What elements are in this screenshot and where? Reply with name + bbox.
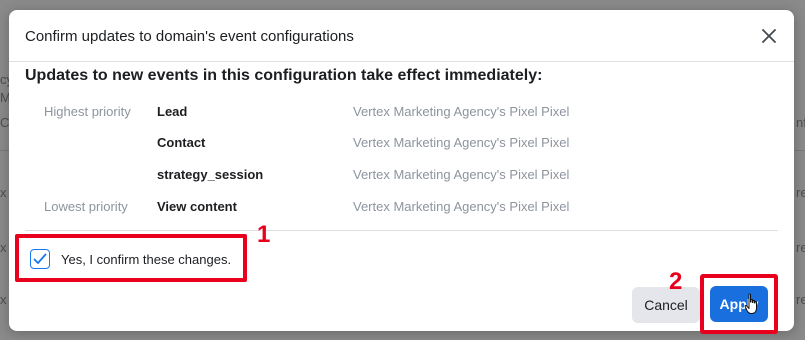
background-text: re [796,240,805,255]
confirm-label[interactable]: Yes, I confirm these changes. [61,252,231,267]
confirm-checkbox[interactable] [30,249,50,269]
background-divider [0,150,9,151]
dialog-subheading: Updates to new events in this configurat… [25,67,543,84]
step-2-badge: 2 [669,268,683,295]
event-row: Lowest priority View content Vertex Mark… [9,195,794,217]
background-divider [794,150,805,151]
dialog-title: Confirm updates to domain's event config… [25,28,354,45]
step-1-badge: 1 [257,221,271,248]
event-name: Lead [157,104,188,119]
event-row: strategy_session Vertex Marketing Agency… [9,163,794,185]
priority-label: Lowest priority [44,199,128,214]
step-2-highlight: Apply [700,274,778,334]
event-name: View content [157,199,237,214]
hand-cursor-icon [744,293,757,314]
priority-label: Highest priority [44,104,131,119]
event-pixel: Vertex Marketing Agency's Pixel Pixel [353,199,570,214]
event-pixel: Vertex Marketing Agency's Pixel Pixel [353,167,570,182]
background-text: x [0,240,7,255]
background-text: re [796,292,805,307]
step-1-highlight: Yes, I confirm these changes. [15,234,247,282]
background-text: re [796,185,805,200]
dialog-header: Confirm updates to domain's event config… [9,10,794,62]
event-pixel: Vertex Marketing Agency's Pixel Pixel [353,104,570,119]
divider [25,230,778,231]
event-pixel: Vertex Marketing Agency's Pixel Pixel [353,135,570,150]
background-text: x [0,185,7,200]
event-row: Highest priority Lead Vertex Marketing A… [9,100,794,122]
close-icon [762,29,776,43]
background-text: x [0,292,7,307]
event-name: strategy_session [157,167,264,182]
close-button[interactable] [760,27,778,45]
checkmark-icon [33,253,47,264]
event-name: Contact [157,135,206,150]
background-text: nfi [796,115,805,130]
event-row: Contact Vertex Marketing Agency's Pixel … [9,131,794,153]
cancel-button[interactable]: Cancel [632,287,700,323]
